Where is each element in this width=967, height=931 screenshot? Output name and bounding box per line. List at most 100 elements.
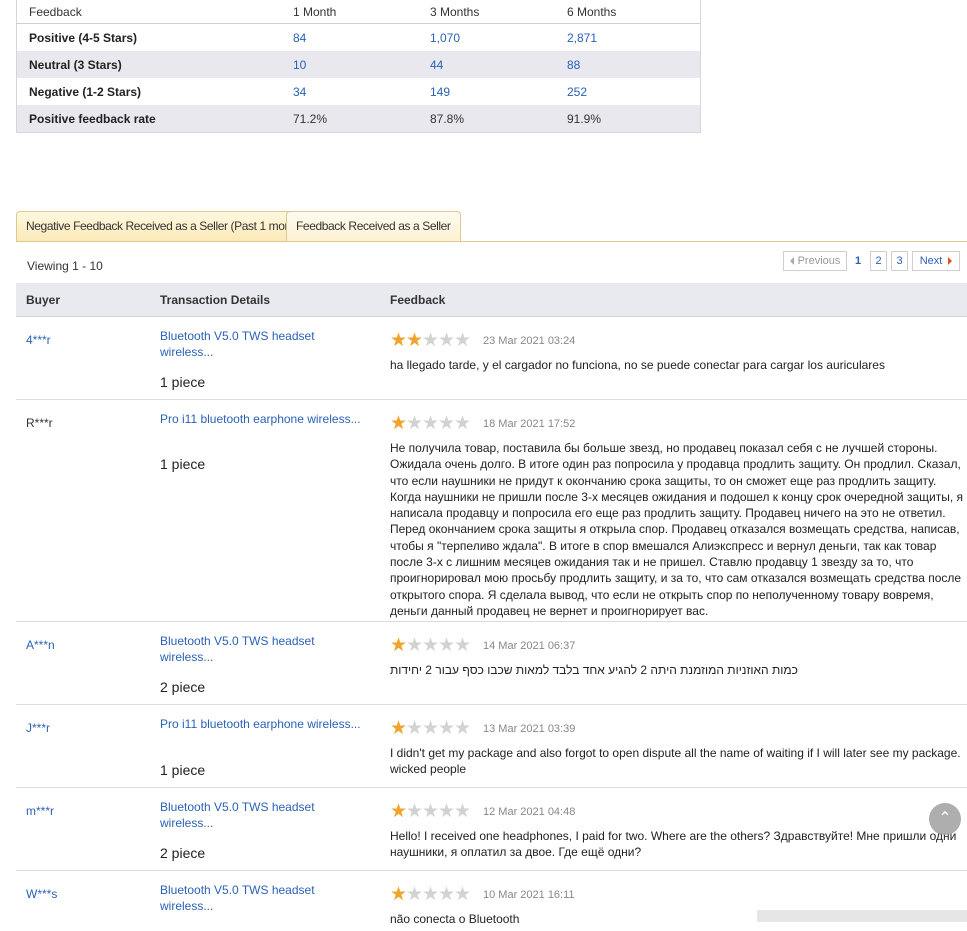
summary-header-3-months: 3 Months (418, 0, 555, 24)
summary-count-link[interactable]: 88 (567, 58, 580, 72)
previous-button[interactable]: Previous (783, 251, 847, 271)
page-1-current: 1 (850, 251, 866, 271)
column-buyer: Buyer (26, 293, 61, 307)
star-empty-icon: ★ (406, 635, 423, 656)
star-rating: ★★★★★ (390, 884, 471, 905)
product-link[interactable]: Bluetooth V5.0 TWS headset wireless... (160, 633, 370, 665)
summary-label: Neutral (3 Stars) (16, 51, 281, 78)
star-filled-icon: ★ (390, 635, 407, 656)
feedback-comment: כמות האוזניות המוזמנת היתה 2 להגיע אחד ב… (390, 663, 798, 677)
summary-count-link[interactable]: 44 (430, 58, 443, 72)
scroll-to-top-button[interactable]: ⌃ (929, 803, 961, 835)
summary-header-1-month: 1 Month (281, 0, 418, 24)
summary-rate-value: 87.8% (418, 105, 555, 133)
buyer-link[interactable]: W***s (26, 887, 57, 901)
star-empty-icon: ★ (438, 635, 455, 656)
product-link[interactable]: Bluetooth V5.0 TWS headset wireless... (160, 882, 370, 914)
buyer-link[interactable]: J***r (26, 721, 50, 735)
product-link[interactable]: Pro i11 bluetooth earphone wireless... (160, 411, 375, 427)
summary-row-neutral: Neutral (3 Stars) 10 44 88 (16, 51, 701, 78)
summary-label: Negative (1-2 Stars) (29, 84, 142, 99)
feedback-date: 18 Mar 2021 17:52 (483, 417, 576, 430)
tab-feedback-received[interactable]: Feedback Received as a Seller (286, 211, 461, 241)
summary-count-link[interactable]: 34 (293, 85, 306, 99)
page-2-link[interactable]: 2 (870, 251, 887, 271)
buyer-link[interactable]: A***n (26, 638, 55, 652)
star-empty-icon: ★ (406, 413, 423, 434)
star-filled-icon: ★ (390, 884, 407, 905)
star-empty-icon: ★ (422, 801, 439, 822)
summary-header-row: Feedback 1 Month 3 Months 6 Months (16, 0, 701, 24)
quantity: 2 piece (160, 679, 206, 695)
feedback-cell: ★★★★★ 13 Mar 2021 03:39 I didn't get my p… (390, 719, 965, 778)
summary-label: Positive (4-5 Stars) (29, 30, 138, 45)
quantity: 1 piece (160, 374, 206, 390)
previous-label: Previous (797, 255, 841, 267)
star-empty-icon: ★ (454, 718, 471, 739)
feedback-table-header: Buyer Transaction Details Feedback (16, 283, 967, 317)
tab-negative-feedback[interactable]: Negative Feedback Received as a Seller (… (16, 211, 314, 241)
star-empty-icon: ★ (422, 413, 439, 434)
star-filled-icon: ★ (390, 718, 407, 739)
summary-label: Positive feedback rate (16, 105, 281, 133)
star-empty-icon: ★ (438, 801, 455, 822)
quantity: 1 piece (160, 762, 206, 778)
feedback-summary-table: Feedback 1 Month 3 Months 6 Months Posit… (16, 0, 701, 133)
summary-count-link[interactable]: 1,070 (430, 31, 460, 45)
buyer-link[interactable]: 4***r (26, 333, 51, 347)
buyer-link[interactable]: m***r (26, 804, 54, 818)
viewing-range: Viewing 1 - 10 (27, 259, 103, 273)
summary-count-link[interactable]: 84 (293, 31, 306, 45)
feedback-list: 4***r Bluetooth V5.0 TWS headset wireles… (16, 317, 967, 931)
summary-row-negative: Negative (1-2 Stars) 34 149 252 (17, 78, 701, 105)
next-label: Next (919, 255, 943, 267)
product-link[interactable]: Pro i11 bluetooth earphone wireless... (160, 716, 375, 732)
star-empty-icon: ★ (438, 330, 455, 351)
star-empty-icon: ★ (422, 635, 439, 656)
summary-header-6-months: 6 Months (555, 0, 701, 24)
star-empty-icon: ★ (454, 330, 471, 351)
buyer-name: R***r (26, 416, 53, 430)
star-filled-icon: ★ (390, 413, 407, 434)
feedback-date: 10 Mar 2021 16:11 (483, 888, 575, 901)
feedback-date: 14 Mar 2021 06:37 (483, 639, 576, 652)
summary-count-link[interactable]: 252 (567, 85, 587, 99)
summary-count-link[interactable]: 2,871 (567, 31, 597, 45)
star-rating: ★★★★★ (390, 801, 471, 822)
star-filled-icon: ★ (406, 330, 423, 351)
table-row: R***r Pro i11 bluetooth earphone wireles… (16, 400, 967, 622)
star-empty-icon: ★ (454, 801, 471, 822)
star-rating: ★★★★★ (390, 718, 471, 739)
star-filled-icon: ★ (390, 801, 407, 822)
feedback-date: 12 Mar 2021 04:48 (483, 805, 576, 818)
table-row: J***r Pro i11 bluetooth earphone wireles… (16, 705, 967, 788)
table-row: A***n Bluetooth V5.0 TWS headset wireles… (16, 622, 967, 705)
product-link[interactable]: Bluetooth V5.0 TWS headset wireless... (160, 328, 370, 360)
feedback-cell: ★★★★★ 12 Mar 2021 04:48 Hello! I received… (390, 802, 965, 861)
star-empty-icon: ★ (454, 884, 471, 905)
feedback-comment: Hello! I received one headphones, I paid… (390, 829, 957, 860)
bottom-bar (757, 910, 967, 922)
summary-count-link[interactable]: 149 (430, 85, 450, 99)
page-3-link[interactable]: 3 (891, 251, 908, 271)
chevron-up-icon: ⌃ (938, 810, 952, 827)
table-row: 4***r Bluetooth V5.0 TWS headset wireles… (16, 317, 967, 400)
pagination: Previous 1 2 3 Next (783, 251, 963, 271)
summary-row-positive: Positive (4-5 Stars) 84 1,070 2,871 (17, 24, 701, 52)
chevron-right-icon (948, 257, 953, 266)
feedback-cell: ★★★★★ 14 Mar 2021 06:37 כמות האוזניות המו… (390, 636, 965, 678)
table-row: W***s Bluetooth V5.0 TWS headset wireles… (16, 871, 967, 931)
summary-rate-value: 91.9% (555, 105, 701, 133)
summary-count-link[interactable]: 10 (293, 58, 306, 72)
feedback-tabs: Negative Feedback Received as a Seller (… (16, 211, 967, 242)
summary-rate-value: 71.2% (281, 105, 418, 133)
product-link[interactable]: Bluetooth V5.0 TWS headset wireless... (160, 799, 370, 831)
chevron-left-icon (789, 257, 794, 266)
star-empty-icon: ★ (406, 884, 423, 905)
quantity: 2 piece (160, 845, 206, 861)
column-transaction-details: Transaction Details (160, 293, 271, 307)
star-empty-icon: ★ (406, 801, 423, 822)
star-rating: ★★★★★ (390, 635, 471, 656)
star-empty-icon: ★ (438, 413, 455, 434)
next-button[interactable]: Next (912, 251, 960, 271)
